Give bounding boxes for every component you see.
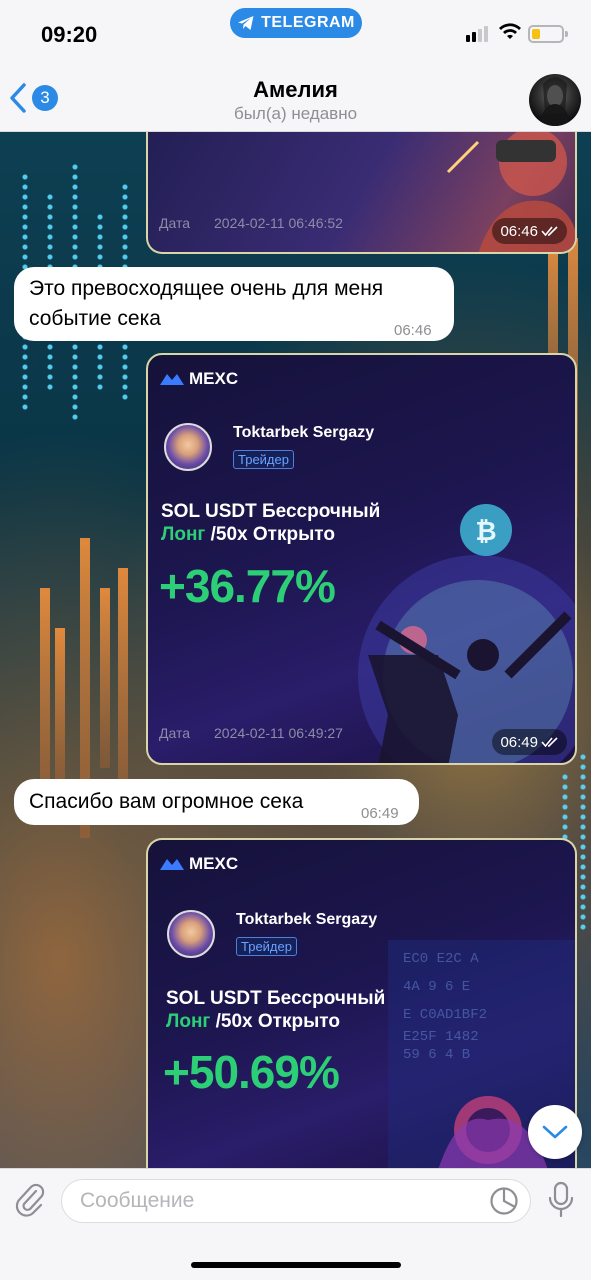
date-label: Дата xyxy=(159,215,191,231)
trade-leverage: /50x Открыто xyxy=(215,1011,340,1032)
svg-text:EC0 E2C A: EC0 E2C A xyxy=(403,951,479,967)
text-message[interactable]: Это превосходящее очень для меня событие… xyxy=(14,267,454,341)
contact-name[interactable]: Амелия xyxy=(0,77,591,103)
trade-leverage: /50x Открыто xyxy=(210,524,335,545)
mexc-icon xyxy=(160,374,184,385)
message-text-line: событие сека xyxy=(29,307,161,330)
telegram-icon xyxy=(238,16,254,30)
image-message[interactable]: ₿ MEXC Toktarbek Sergazy Трейдер SOL USD… xyxy=(146,353,577,765)
mexc-logo: MEXC xyxy=(159,854,238,874)
text-message[interactable]: Спасибо вам огромное сека 06:49 xyxy=(14,779,419,825)
chat-header: 3 Амелия был(а) недавно xyxy=(0,68,591,132)
message-input[interactable] xyxy=(61,1179,531,1223)
contact-status: был(а) недавно xyxy=(233,104,358,123)
trader-badge: Трейдер xyxy=(233,450,294,469)
trade-side: Лонг xyxy=(166,1011,211,1032)
svg-text:E C0AD1BF2: E C0AD1BF2 xyxy=(403,1007,487,1023)
scroll-down-button[interactable] xyxy=(528,1105,582,1159)
clock: 09:20 xyxy=(41,22,98,47)
message-time: 06:49 xyxy=(361,805,399,822)
trade-pair: SOL USDT Бессрочный Лонг /50x Открыто xyxy=(166,987,385,1033)
svg-text:E25F 1482: E25F 1482 xyxy=(403,1029,479,1045)
avatar-image xyxy=(539,77,571,126)
mexc-label: MEXC xyxy=(189,369,239,388)
message-text-line: Это превосходящее очень для меня xyxy=(29,277,384,300)
paperclip-icon[interactable] xyxy=(14,1181,46,1217)
trade-pair-line: SOL USDT Бессрочный xyxy=(161,501,381,522)
date-label: Дата xyxy=(159,725,191,741)
trader-avatar xyxy=(164,423,212,471)
message-time: 06:49 xyxy=(492,729,567,755)
mexc-logo: MEXC xyxy=(159,369,238,389)
status-bar: 09:20 TELEGRAM xyxy=(0,0,591,68)
profit-value: +50.69% xyxy=(163,1046,340,1098)
chevron-down-icon xyxy=(542,1125,568,1139)
sticker-icon[interactable] xyxy=(489,1186,519,1216)
image-message[interactable]: EC0 E2C A 4A 9 6 E E C0AD1BF2 E25F 1482 … xyxy=(146,838,577,1168)
trader-name: Toktarbek Sergazy xyxy=(233,424,375,441)
image-message[interactable]: Дата 2024-02-11 06:46:52 06:46 xyxy=(146,132,577,254)
trader-badge: Трейдер xyxy=(236,937,297,956)
microphone-icon[interactable] xyxy=(548,1181,574,1219)
svg-text:4A 9 6 E: 4A 9 6 E xyxy=(403,979,470,995)
battery-icon xyxy=(528,25,568,43)
trade-pair-line: SOL USDT Бессрочный xyxy=(166,988,386,1009)
trade-side: Лонг xyxy=(161,524,206,545)
mexc-icon xyxy=(160,859,184,870)
wifi-icon xyxy=(499,23,521,39)
home-indicator[interactable] xyxy=(191,1262,401,1268)
message-time: 06:46 xyxy=(492,218,567,244)
profit-value: +36.77% xyxy=(159,560,336,612)
svg-text:₿: ₿ xyxy=(475,516,496,546)
telegram-pill-label: TELEGRAM xyxy=(261,14,355,31)
trade-pair: SOL USDT Бессрочный Лонг /50x Открыто xyxy=(161,500,380,546)
message-time-text: 06:49 xyxy=(500,733,538,751)
trader-name: Toktarbek Sergazy xyxy=(236,911,378,928)
trader-avatar xyxy=(167,910,215,958)
message-time: 06:46 xyxy=(394,322,432,339)
avatar[interactable] xyxy=(529,74,581,126)
svg-text:59 6 4 B: 59 6 4 B xyxy=(403,1047,470,1063)
mexc-label: MEXC xyxy=(189,854,239,873)
double-check-icon xyxy=(541,226,558,237)
double-check-icon xyxy=(541,737,558,748)
signal-icon xyxy=(466,26,488,42)
date-value: 2024-02-11 06:49:27 xyxy=(214,725,343,741)
telegram-pill[interactable]: TELEGRAM xyxy=(230,8,362,38)
date-value: 2024-02-11 06:46:52 xyxy=(214,215,343,231)
message-time-text: 06:46 xyxy=(500,222,538,240)
